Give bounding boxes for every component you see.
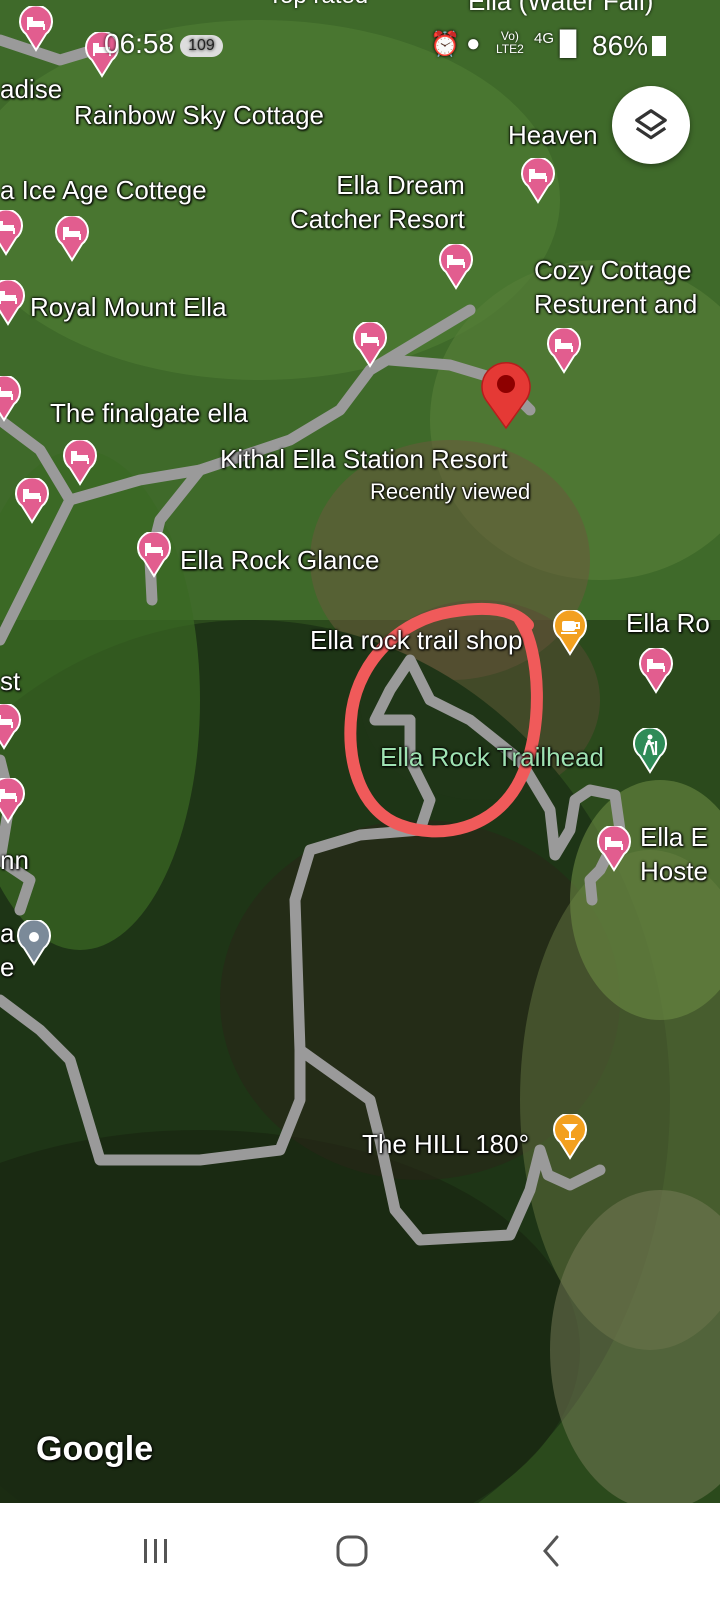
hotel-pin-icon[interactable] xyxy=(0,210,24,255)
home-icon xyxy=(336,1535,368,1567)
google-logo: Google xyxy=(36,1430,154,1468)
hotel-pin-icon[interactable] xyxy=(15,478,49,523)
status-bar: Top rated Ella (Water Fall) 06:58109 ⏰ ●… xyxy=(0,0,720,92)
bar-pin-icon[interactable] xyxy=(553,1114,587,1159)
hotel-pin-icon[interactable] xyxy=(547,328,581,373)
signal-icon: ▉ xyxy=(560,31,579,58)
map-view[interactable]: adise Rainbow Sky Cottage Heaven a Ice A… xyxy=(0,0,720,1503)
network-type: 4G xyxy=(534,30,555,47)
battery-percent: 86% xyxy=(592,30,649,61)
volte-indicator: Vo) LTE2 xyxy=(496,29,524,56)
back-button[interactable] xyxy=(512,1523,592,1579)
navigation-bar xyxy=(0,1503,720,1600)
place-pin-icon[interactable] xyxy=(17,920,51,965)
hotel-pin-icon[interactable] xyxy=(639,648,673,693)
hotel-pin-icon[interactable] xyxy=(353,322,387,367)
hotel-pin-icon[interactable] xyxy=(55,216,89,261)
status-time: 06:58 109 xyxy=(104,28,223,60)
hotel-pin-icon[interactable] xyxy=(597,826,631,871)
hotel-pin-icon[interactable] xyxy=(137,532,171,577)
red-location-pin-icon[interactable] xyxy=(481,361,531,430)
hotel-pin-icon[interactable] xyxy=(0,704,22,749)
hotel-pin-icon[interactable] xyxy=(0,280,26,325)
map-layers-button[interactable] xyxy=(612,86,690,164)
hotel-pin-icon[interactable] xyxy=(0,778,26,823)
recents-icon xyxy=(144,1539,167,1563)
recents-button[interactable] xyxy=(116,1523,196,1579)
notification-count-badge: 109 xyxy=(180,34,223,57)
hotel-pin-icon[interactable] xyxy=(521,158,555,203)
hotel-pin-icon[interactable] xyxy=(439,244,473,289)
alarm-icon: ⏰ xyxy=(430,31,460,58)
hotel-pin-icon[interactable] xyxy=(0,376,22,421)
battery-icon xyxy=(652,36,666,56)
location-icon: ● xyxy=(466,30,481,57)
hiking-pin-icon[interactable] xyxy=(632,728,668,774)
cut-label-water-fall: Ella (Water Fall) xyxy=(468,0,654,16)
back-icon xyxy=(543,1535,559,1567)
layers-icon xyxy=(635,109,667,140)
home-button[interactable] xyxy=(312,1523,392,1579)
map-pins xyxy=(0,6,673,1159)
cut-label-top-rated: Top rated xyxy=(268,0,368,10)
cafe-pin-icon[interactable] xyxy=(553,610,587,655)
clock-time: 06:58 xyxy=(104,28,175,59)
hotel-pin-icon[interactable] xyxy=(63,440,97,485)
